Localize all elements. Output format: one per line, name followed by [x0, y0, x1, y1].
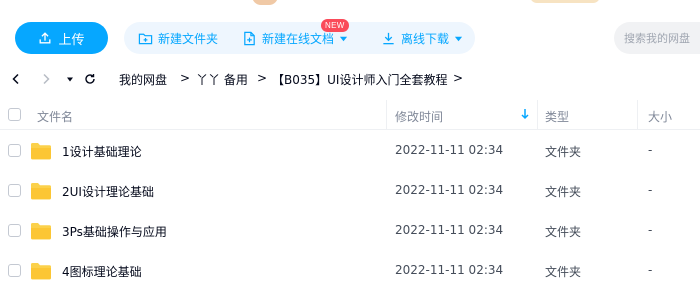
- column-divider[interactable]: [386, 100, 387, 130]
- file-modified: 2022-11-11 02:34: [395, 143, 504, 157]
- upload-icon: [40, 32, 51, 44]
- toolbar: 上传 新建文件夹 新建在线文档 NEW 离线下载 搜索我的网盘: [0, 18, 700, 58]
- table-row[interactable]: 2UI设计理论基础 2022-11-11 02:34 文件夹 -: [0, 171, 700, 211]
- offline-download-button[interactable]: 离线下载: [381, 22, 463, 54]
- folder-icon: [31, 183, 51, 200]
- file-type: 文件夹: [545, 225, 582, 239]
- new-online-doc-label: 新建在线文档: [262, 31, 335, 46]
- breadcrumb-item[interactable]: 我的网盘: [119, 71, 167, 88]
- refresh-icon: [85, 74, 95, 84]
- table-header: 文件名 修改时间 类型 大小: [0, 100, 700, 130]
- file-modified: 2022-11-11 02:34: [395, 183, 504, 197]
- file-size: -: [648, 223, 653, 237]
- upload-label: 上传: [58, 32, 85, 48]
- sort-descending-icon[interactable]: [520, 107, 530, 121]
- table-row[interactable]: 4图标理论基础 2022-11-11 02:34 文件夹 -: [0, 251, 700, 291]
- folder-icon: [31, 263, 51, 280]
- select-all-checkbox[interactable]: [8, 108, 21, 121]
- file-name[interactable]: 2UI设计理论基础: [62, 183, 154, 200]
- new-folder-icon: [138, 33, 153, 44]
- column-header-size[interactable]: 大小: [648, 108, 672, 125]
- breadcrumb-item[interactable]: 丫丫 备用: [196, 71, 248, 88]
- search-input[interactable]: [614, 22, 700, 54]
- offline-download-label: 离线下载: [401, 31, 450, 46]
- folder-icon: [31, 143, 51, 160]
- table-row[interactable]: 3Ps基础操作与应用 2022-11-11 02:34 文件夹 -: [0, 211, 700, 251]
- file-size: -: [648, 143, 653, 157]
- new-badge: NEW: [321, 19, 349, 32]
- table-row[interactable]: 1设计基础理论 2022-11-11 02:34 文件夹 -: [0, 131, 700, 171]
- file-name[interactable]: 3Ps基础操作与应用: [62, 223, 167, 240]
- row-checkbox[interactable]: [8, 144, 21, 157]
- history-dropdown[interactable]: [62, 71, 78, 87]
- banner-decoration: [252, 0, 278, 5]
- back-button[interactable]: [8, 71, 24, 87]
- column-divider[interactable]: [537, 100, 538, 130]
- chevron-right-icon: [43, 73, 50, 85]
- breadcrumb-separator: >: [180, 71, 191, 85]
- navigation-bar: 我的网盘 > 丫丫 备用 > 【B035】UI设计师入门全套教程 >: [0, 64, 700, 94]
- folder-icon: [31, 223, 51, 240]
- banner-decoration: [530, 0, 600, 3]
- caret-down-icon: [67, 77, 73, 82]
- download-icon: [383, 32, 394, 44]
- breadcrumb-item[interactable]: 【B035】UI设计师入门全套教程: [272, 71, 447, 88]
- column-header-type[interactable]: 类型: [545, 108, 569, 125]
- column-header-modified[interactable]: 修改时间: [395, 108, 443, 125]
- refresh-button[interactable]: [82, 71, 98, 87]
- new-doc-icon: [244, 31, 255, 45]
- new-folder-label: 新建文件夹: [158, 31, 219, 46]
- file-name[interactable]: 1设计基础理论: [62, 143, 142, 160]
- row-checkbox[interactable]: [8, 184, 21, 197]
- new-folder-button[interactable]: 新建文件夹: [138, 22, 218, 54]
- row-checkbox[interactable]: [8, 264, 21, 277]
- upload-button[interactable]: 上传: [15, 22, 108, 54]
- forward-button[interactable]: [38, 71, 54, 87]
- breadcrumb-separator: >: [453, 71, 464, 85]
- chevron-left-icon: [12, 73, 19, 85]
- file-type: 文件夹: [545, 145, 582, 159]
- file-size: -: [648, 263, 653, 277]
- file-type: 文件夹: [545, 265, 582, 279]
- file-modified: 2022-11-11 02:34: [395, 263, 504, 277]
- file-modified: 2022-11-11 02:34: [395, 223, 504, 237]
- column-header-name[interactable]: 文件名: [37, 108, 73, 125]
- action-group: 新建文件夹 新建在线文档 NEW 离线下载: [124, 19, 475, 54]
- file-manager: 上传 新建文件夹 新建在线文档 NEW 离线下载 搜索我的网盘 我的网盘 > 丫…: [0, 0, 700, 295]
- row-checkbox[interactable]: [8, 224, 21, 237]
- breadcrumb-separator: >: [257, 71, 268, 85]
- chevron-down-icon: [339, 36, 348, 41]
- chevron-down-icon: [454, 36, 463, 41]
- top-banner: [0, 0, 700, 6]
- file-type: 文件夹: [545, 185, 582, 199]
- file-size: -: [648, 183, 653, 197]
- column-divider[interactable]: [637, 100, 638, 130]
- file-name[interactable]: 4图标理论基础: [62, 263, 142, 280]
